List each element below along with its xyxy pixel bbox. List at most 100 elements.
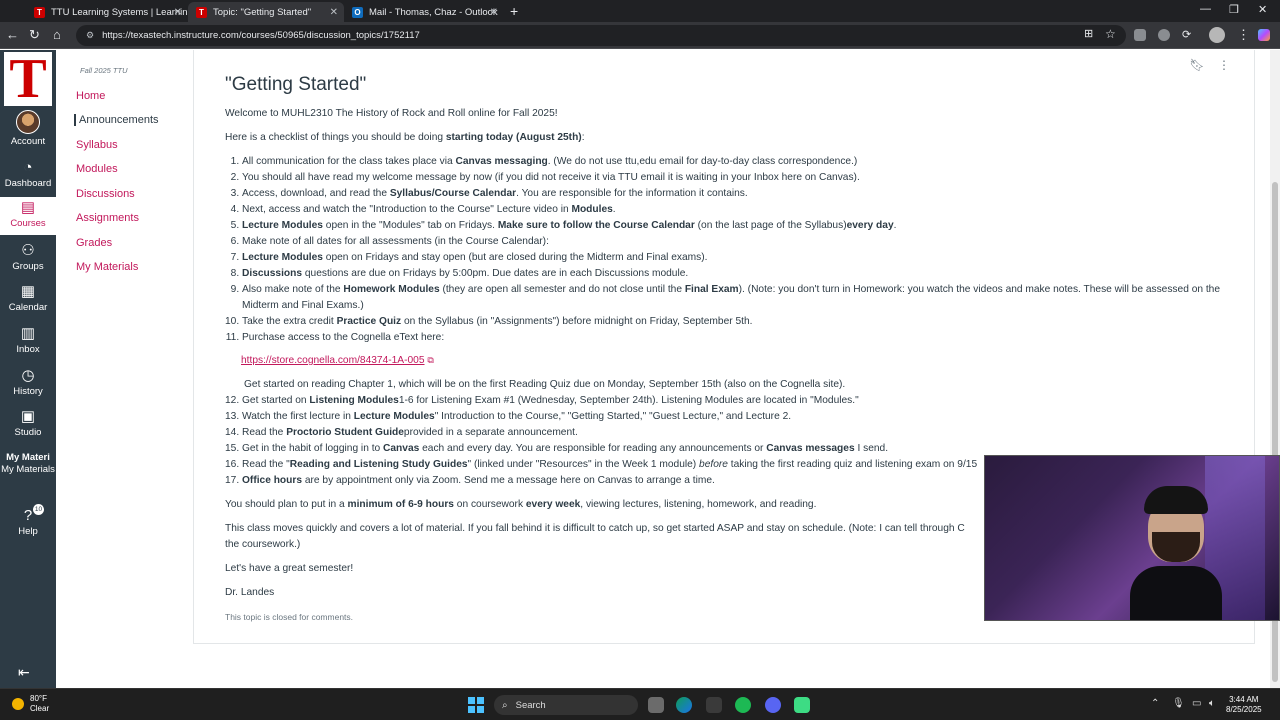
course-nav-modules[interactable]: Modules xyxy=(76,163,118,175)
weather-widget[interactable]: 80°F Clear xyxy=(12,694,49,714)
microphone-icon[interactable]: 🎙︎ xyxy=(1172,698,1185,709)
texas-tech-logo[interactable]: T xyxy=(4,51,52,107)
copilot-icon[interactable] xyxy=(1258,29,1270,41)
browser-tab-ttu-learning[interactable]: T TTU Learning Systems | Learning ✕ xyxy=(26,2,188,22)
app-icon[interactable] xyxy=(794,697,810,713)
course-nav-assignments[interactable]: Assignments xyxy=(76,212,139,224)
course-nav-home[interactable]: Home xyxy=(76,90,105,102)
topic-actions: 🔖︎ ⋮ xyxy=(1189,58,1230,72)
url-text: https://texastech.instructure.com/course… xyxy=(102,30,420,41)
checklist-item: Take the extra credit Practice Quiz on t… xyxy=(242,314,1235,330)
nav-label: Calendar xyxy=(8,302,48,313)
back-arrow-icon[interactable]: ← xyxy=(6,27,19,42)
nav-label: Groups xyxy=(12,261,44,272)
checklist-item: Get started on Listening Modules1-6 for … xyxy=(242,393,1235,409)
global-nav-help[interactable]: ? Help 10 xyxy=(0,504,56,537)
course-nav-discussions[interactable]: Discussions xyxy=(76,188,135,200)
extension-icon[interactable] xyxy=(1134,29,1146,41)
new-tab-icon[interactable]: + xyxy=(510,2,518,20)
external-link-icon: ⧉ xyxy=(427,355,434,365)
checklist-intro: Here is a checklist of things you should… xyxy=(225,132,585,143)
checklist-item: Make note of all dates for all assessmen… xyxy=(242,234,1235,250)
weather-sun-icon xyxy=(12,698,24,710)
global-nav-calendar[interactable]: ▦ Calendar xyxy=(0,284,56,314)
tab-label: Mail - Thomas, Chaz - Outlook xyxy=(369,6,498,18)
app-install-icon[interactable]: ⊞ xyxy=(1084,27,1093,40)
global-nav-my-materials[interactable]: My Materi My Materials xyxy=(0,452,56,476)
minimize-window-icon[interactable]: — xyxy=(1200,3,1211,15)
nav-label: Courses xyxy=(10,218,46,229)
profile-avatar[interactable] xyxy=(1209,27,1225,43)
close-window-icon[interactable]: ✕ xyxy=(1258,3,1267,16)
address-bar[interactable]: ⚙ https://texastech.instructure.com/cour… xyxy=(76,25,1126,46)
windows-taskbar: 80°F Clear ⌕ Search ⌃ 🎙︎ ▭ 🔈︎ 3:44 AM 8/… xyxy=(0,688,1280,720)
tray-chevron-icon[interactable]: ⌃ xyxy=(1151,698,1159,709)
volume-icon[interactable]: 🔈︎ xyxy=(1209,698,1215,709)
checklist-item: Also make note of the Homework Modules (… xyxy=(242,282,1235,314)
course-term: Fall 2025 TTU xyxy=(80,66,128,75)
checklist-item: Read the Proctorio Student Guideprovided… xyxy=(242,425,1235,441)
webcam-person xyxy=(1130,486,1222,620)
course-nav-my-materials[interactable]: My Materials xyxy=(76,261,138,273)
discord-icon[interactable] xyxy=(765,697,781,713)
browser-tab-getting-started[interactable]: T Topic: "Getting Started" ✕ xyxy=(188,2,344,22)
more-options-icon[interactable]: ⋮ xyxy=(1218,58,1230,72)
webcam-overlay xyxy=(984,455,1280,621)
global-nav-history[interactable]: ◷ History xyxy=(0,367,56,398)
browser-tab-strip: T TTU Learning Systems | Learning ✕ T To… xyxy=(0,0,1280,22)
task-view-icon[interactable] xyxy=(648,697,664,713)
menu-dots-icon[interactable]: ⋮ xyxy=(1237,27,1250,43)
tab-label: TTU Learning Systems | Learning xyxy=(51,6,188,18)
home-icon[interactable]: ⌂ xyxy=(53,27,61,42)
taskbar-search[interactable]: ⌕ Search xyxy=(494,695,638,715)
book-icon: ▤ xyxy=(20,199,36,216)
global-nav-groups[interactable]: ⚇ Groups xyxy=(0,243,56,273)
nav-label: Help xyxy=(18,526,38,537)
global-nav-inbox[interactable]: ▥ Inbox xyxy=(0,325,56,356)
gauge-icon: ◔ xyxy=(23,159,33,176)
account-avatar xyxy=(16,110,40,134)
clock-icon: ◷ xyxy=(21,367,35,384)
browser-tab-outlook-mail[interactable]: O Mail - Thomas, Chaz - Outlook ✕ xyxy=(344,2,504,22)
bookmark-icon[interactable]: 🔖︎ xyxy=(1189,58,1204,72)
bookmark-star-icon[interactable]: ☆ xyxy=(1105,27,1116,41)
close-tab-icon[interactable]: ✕ xyxy=(174,7,182,18)
site-info-icon[interactable]: ⚙ xyxy=(86,30,94,41)
windows-start-icon[interactable] xyxy=(468,697,484,713)
collapse-nav-icon[interactable]: ⇤ xyxy=(18,664,30,681)
course-nav-syllabus[interactable]: Syllabus xyxy=(76,139,118,151)
inbox-icon: ▥ xyxy=(20,325,36,342)
extensions-puzzle-icon[interactable]: ⟳ xyxy=(1182,29,1194,41)
cognella-link-row: https://store.cognella.com/84374-1A-005 … xyxy=(225,352,1235,369)
course-navigation: Fall 2025 TTU Home Announcements Syllabu… xyxy=(56,50,193,688)
extension-icon[interactable] xyxy=(1158,29,1170,41)
maximize-window-icon[interactable]: ❐ xyxy=(1229,3,1239,16)
course-nav-announcements[interactable]: Announcements xyxy=(74,114,159,126)
taskbar-clock[interactable]: 3:44 AM 8/25/2025 xyxy=(1226,695,1262,715)
network-icon[interactable]: ▭ xyxy=(1192,698,1201,709)
weather-temp: 80°F xyxy=(30,694,47,703)
cognella-store-link[interactable]: https://store.cognella.com/84374-1A-005 xyxy=(241,355,425,366)
checklist-item: Discussions questions are due on Fridays… xyxy=(242,266,1235,282)
checklist-item: You should all have read my welcome mess… xyxy=(242,170,1235,186)
global-nav-studio[interactable]: ▣ Studio xyxy=(0,409,56,439)
search-icon: ⌕ xyxy=(502,699,508,711)
clock-date: 8/25/2025 xyxy=(1226,705,1262,714)
close-tab-icon[interactable]: ✕ xyxy=(490,7,498,18)
close-tab-icon[interactable]: ✕ xyxy=(330,7,338,18)
checklist-item: Lecture Modules open in the "Modules" ta… xyxy=(242,218,1235,234)
nav-label: Inbox xyxy=(16,344,40,355)
edge-browser-icon[interactable] xyxy=(676,697,692,713)
app-icon[interactable] xyxy=(706,697,722,713)
global-nav-courses[interactable]: ▤ Courses xyxy=(0,197,56,235)
nav-label: Studio xyxy=(14,427,42,438)
global-nav-dashboard[interactable]: ◔ Dashboard xyxy=(0,159,56,190)
spotify-icon[interactable] xyxy=(735,697,751,713)
global-nav-account[interactable]: Account xyxy=(0,110,56,147)
course-nav-grades[interactable]: Grades xyxy=(76,237,112,249)
chapter-note: Get started on reading Chapter 1, which … xyxy=(244,379,846,390)
tab-label: Topic: "Getting Started" xyxy=(213,6,312,18)
nav-label: Account xyxy=(10,136,46,147)
reload-icon[interactable]: ↻ xyxy=(29,27,40,43)
nav-label: My Materials xyxy=(1,464,55,475)
